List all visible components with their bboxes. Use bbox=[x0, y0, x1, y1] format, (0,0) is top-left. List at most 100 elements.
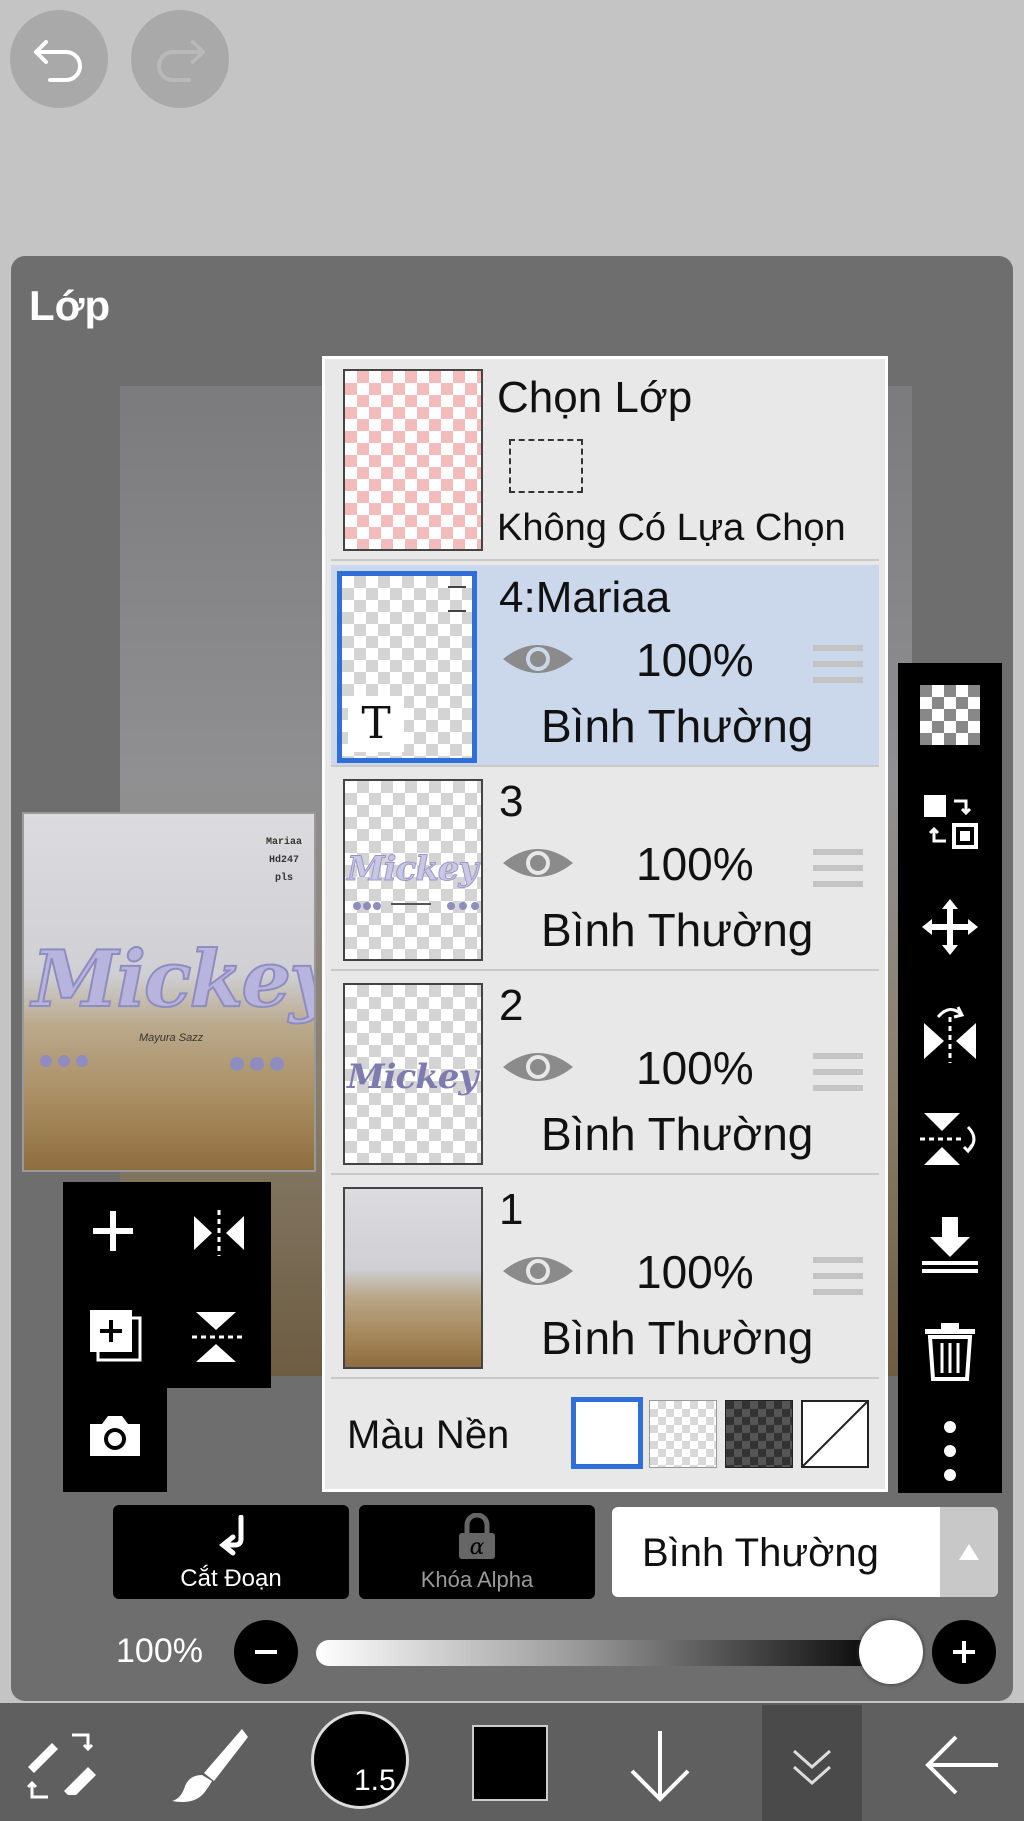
checkerboard-icon bbox=[920, 685, 980, 745]
text-preview-icon bbox=[448, 586, 466, 612]
brush-size-value: 1.5 bbox=[354, 1764, 396, 1797]
brush-eraser-swap-icon bbox=[26, 1733, 96, 1799]
swap-icon bbox=[924, 795, 978, 849]
plus-icon bbox=[93, 1211, 133, 1251]
minus-icon bbox=[255, 1650, 277, 1654]
selection-status: Không Có Lựa Chọn bbox=[497, 507, 846, 549]
chevron-double-down-icon bbox=[793, 1749, 831, 1786]
layers-toggle-button[interactable] bbox=[762, 1705, 862, 1821]
duplicate-layer-button[interactable] bbox=[88, 1308, 144, 1369]
merge-down-icon bbox=[922, 1217, 978, 1273]
opacity-slider-thumb[interactable] bbox=[859, 1620, 923, 1684]
eye-icon[interactable] bbox=[501, 1045, 575, 1089]
move-button[interactable] bbox=[920, 897, 980, 957]
layer-row[interactable]: T 4:Mariaa 100% Bình Thường bbox=[331, 565, 879, 767]
arrow-down-icon bbox=[630, 1731, 690, 1802]
add-layer-button[interactable] bbox=[88, 1206, 138, 1261]
flip-vertical-button[interactable] bbox=[190, 1308, 248, 1371]
layer-thumb-art: Mickey bbox=[346, 849, 478, 890]
bg-transparent-swatch[interactable] bbox=[649, 1400, 717, 1468]
layer-thumbnail: T bbox=[337, 571, 477, 763]
alpha-lock-label: Khóa Alpha bbox=[420, 1567, 534, 1592]
layer-opacity: 100% bbox=[636, 634, 754, 686]
move-icon bbox=[922, 899, 978, 955]
undo-button[interactable] bbox=[10, 10, 108, 108]
layer-opacity: 100% bbox=[636, 838, 754, 890]
layer-thumbnail bbox=[343, 1187, 483, 1369]
back-button[interactable] bbox=[924, 1733, 1000, 1802]
eye-icon[interactable] bbox=[501, 637, 575, 681]
color-swatch-button[interactable] bbox=[472, 1725, 548, 1801]
layer-row[interactable]: 1 100% Bình Thường bbox=[331, 1177, 879, 1379]
clip-arrow-icon bbox=[218, 1515, 244, 1556]
camera-button[interactable] bbox=[86, 1412, 144, 1465]
arrow-left-icon bbox=[925, 1735, 998, 1795]
background-label: Màu Nền bbox=[347, 1413, 510, 1457]
drag-handle-icon[interactable] bbox=[813, 849, 863, 897]
layer-name: 1 bbox=[499, 1185, 524, 1234]
tool-switch-button[interactable] bbox=[24, 1729, 98, 1808]
bg-dark-checker-swatch[interactable] bbox=[725, 1400, 793, 1468]
layer-blend-mode: Bình Thường bbox=[541, 904, 814, 956]
flip-v-tool-button[interactable] bbox=[920, 1109, 980, 1169]
flip-horizontal-button[interactable] bbox=[190, 1206, 248, 1265]
trash-icon bbox=[925, 1323, 975, 1381]
layer-row[interactable]: Mickey 3 100% Bình Thường bbox=[331, 769, 879, 971]
layer-thumbnail: Mickey bbox=[343, 779, 483, 961]
undo-icon bbox=[34, 40, 82, 82]
canvas-preview[interactable]: Mariaa Hd247 pls Mickey Mayura Sazz bbox=[22, 812, 316, 1172]
panel-title: Lớp bbox=[29, 282, 111, 329]
triangle-up-icon bbox=[959, 1544, 979, 1560]
opacity-increase-button[interactable] bbox=[932, 1620, 996, 1684]
opacity-label: 100% bbox=[116, 1632, 203, 1670]
move-down-button[interactable] bbox=[626, 1729, 694, 1808]
preview-credit-2: Hd247 bbox=[268, 855, 299, 866]
preview-subtitle: Mayura Sazz bbox=[139, 1032, 204, 1044]
selection-title: Chọn Lớp bbox=[497, 373, 693, 422]
eye-icon[interactable] bbox=[501, 841, 575, 885]
duplicate-icon bbox=[90, 1310, 142, 1362]
right-toolbar bbox=[898, 663, 1002, 1493]
flip-horizontal-icon bbox=[924, 1006, 976, 1063]
opacity-decrease-button[interactable] bbox=[234, 1620, 298, 1684]
layer-blend-mode: Bình Thường bbox=[541, 700, 814, 752]
flip-vertical-icon bbox=[192, 1312, 246, 1362]
flip-vertical-icon bbox=[920, 1113, 976, 1165]
layer-row[interactable]: Mickey 2 100% Bình Thường bbox=[331, 973, 879, 1175]
blend-mode-select[interactable]: Bình Thường bbox=[612, 1507, 998, 1597]
more-vertical-icon bbox=[944, 1421, 956, 1481]
selection-row[interactable]: Chọn Lớp Không Có Lựa Chọn bbox=[331, 359, 879, 561]
delete-layer-button[interactable] bbox=[920, 1321, 980, 1381]
brush-button[interactable] bbox=[170, 1725, 250, 1810]
layer-thumbnail: Mickey bbox=[343, 983, 483, 1165]
eye-icon[interactable] bbox=[501, 1249, 575, 1293]
layer-name: 3 bbox=[499, 777, 524, 826]
camera-icon bbox=[90, 1416, 140, 1456]
layer-opacity: 100% bbox=[636, 1246, 754, 1298]
brush-icon bbox=[172, 1729, 248, 1802]
bottom-toolbar: 1.5 bbox=[0, 1703, 1024, 1821]
transparency-button[interactable] bbox=[920, 685, 980, 745]
text-layer-badge: T bbox=[348, 696, 404, 752]
layer-thumb-art: Mickey bbox=[347, 1057, 478, 1097]
layer-blend-mode: Bình Thường bbox=[541, 1312, 814, 1364]
merge-down-button[interactable] bbox=[920, 1215, 980, 1275]
alpha-lock-button[interactable]: α Khóa Alpha bbox=[359, 1505, 595, 1599]
redo-button[interactable] bbox=[131, 10, 229, 108]
opacity-slider-track[interactable] bbox=[316, 1640, 894, 1666]
layer-blend-mode: Bình Thường bbox=[541, 1108, 814, 1160]
bg-white-swatch[interactable] bbox=[571, 1397, 643, 1469]
more-button[interactable] bbox=[920, 1421, 980, 1481]
blend-mode-value: Bình Thường bbox=[642, 1531, 879, 1575]
drag-handle-icon[interactable] bbox=[813, 645, 863, 693]
drag-handle-icon[interactable] bbox=[813, 1053, 863, 1101]
drag-handle-icon[interactable] bbox=[813, 1257, 863, 1305]
swap-layer-button[interactable] bbox=[920, 791, 980, 851]
bg-none-swatch[interactable] bbox=[801, 1400, 869, 1468]
brush-size-button[interactable]: 1.5 bbox=[311, 1711, 409, 1809]
blend-mode-dropdown[interactable] bbox=[940, 1507, 998, 1597]
redo-icon bbox=[157, 40, 205, 82]
background-color-row: Màu Nền bbox=[331, 1383, 879, 1483]
flip-h-tool-button[interactable] bbox=[920, 1003, 980, 1063]
clip-button[interactable]: Cắt Đoạn bbox=[113, 1505, 349, 1599]
